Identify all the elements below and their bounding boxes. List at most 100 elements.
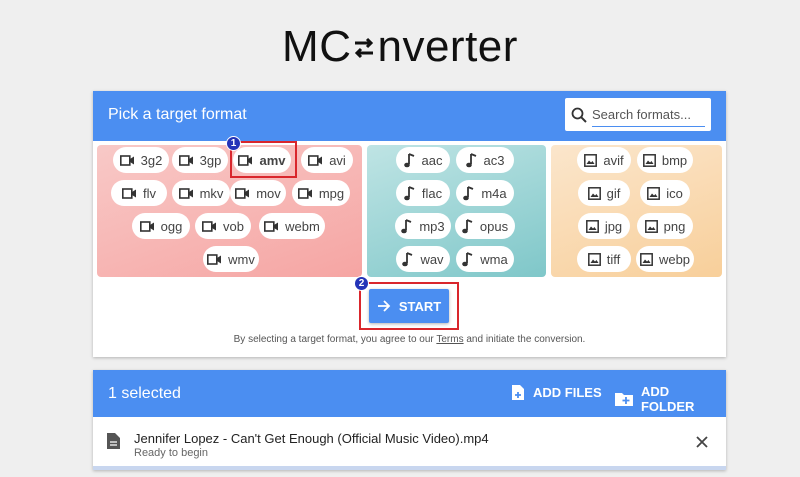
search-box[interactable]: [565, 98, 711, 131]
music-note-icon: [465, 152, 476, 167]
add-files-button[interactable]: ADD FILES: [511, 384, 602, 401]
format-chip-bmp[interactable]: bmp: [637, 147, 693, 173]
logo-text-prefix: MC: [282, 22, 352, 71]
video-camera-icon: [122, 187, 136, 199]
format-chip-webm[interactable]: webm: [259, 213, 325, 239]
format-chip-label: jpg: [604, 218, 623, 234]
format-chip-ac3[interactable]: ac3: [456, 147, 514, 173]
terms-text-before: By selecting a target format, you agree …: [233, 334, 434, 345]
format-chip-ogg[interactable]: ogg: [132, 213, 190, 239]
format-chip-flac[interactable]: flac: [396, 180, 450, 206]
terms-text-after: and initiate the conversion.: [466, 334, 586, 345]
start-button[interactable]: START: [369, 289, 449, 323]
search-input[interactable]: [592, 104, 704, 124]
terms-notice: By selecting a target format, you agree …: [93, 334, 726, 345]
video-camera-icon: [119, 154, 134, 166]
format-chip-wav[interactable]: wav: [396, 246, 450, 272]
video-camera-icon: [235, 187, 250, 199]
format-chip-label: png: [663, 218, 686, 234]
file-row-divider: [93, 466, 726, 470]
image-icon: [587, 186, 601, 200]
video-camera-icon: [297, 187, 312, 199]
format-chip-wma[interactable]: wma: [456, 246, 514, 272]
format-chip-jpg[interactable]: jpg: [578, 213, 630, 239]
format-chip-avif[interactable]: avif: [577, 147, 631, 173]
format-picker-title: Pick a target format: [108, 106, 247, 123]
file-status: Ready to begin: [134, 447, 208, 459]
files-header: 1 selected ADD FILES ADD FOLDER: [93, 370, 726, 417]
format-chip-mpg[interactable]: mpg: [292, 180, 350, 206]
selected-count: 1 selected: [108, 385, 181, 402]
format-chip-label: mpg: [318, 185, 345, 201]
format-chip-gif[interactable]: gif: [578, 180, 630, 206]
start-button-label: START: [398, 298, 442, 314]
format-chip-mov[interactable]: mov: [230, 180, 286, 206]
music-note-icon: [404, 185, 415, 200]
format-chip-label: m4a: [481, 185, 507, 201]
format-chip-label: aac: [421, 152, 443, 168]
format-chip-label: wma: [480, 251, 508, 267]
format-chip-mp3[interactable]: mp3: [395, 213, 451, 239]
format-chip-opus[interactable]: opus: [455, 213, 515, 239]
format-chip-label: webp: [658, 251, 691, 267]
terms-link[interactable]: Terms: [436, 334, 463, 345]
image-icon: [585, 219, 599, 233]
format-chip-label: ico: [666, 185, 683, 201]
format-chip-aac[interactable]: aac: [396, 147, 450, 173]
close-icon[interactable]: [696, 436, 708, 448]
format-chip-vob[interactable]: vob: [195, 213, 251, 239]
format-chip-flv[interactable]: flv: [111, 180, 167, 206]
arrow-right-icon: [377, 300, 391, 312]
file-row: Jennifer Lopez - Can't Get Enough (Offic…: [93, 417, 726, 470]
format-chip-label: flac: [421, 185, 443, 201]
image-icon: [642, 153, 656, 167]
format-chip-png[interactable]: png: [637, 213, 693, 239]
format-chip-label: vob: [223, 218, 244, 234]
format-chip-label: avif: [603, 152, 624, 168]
add-files-label: ADD FILES: [533, 385, 602, 400]
format-chip-label: gif: [606, 185, 621, 201]
app-logo: MC nverter: [0, 22, 800, 72]
file-name: Jennifer Lopez - Can't Get Enough (Offic…: [134, 431, 489, 446]
format-chip-label: opus: [479, 218, 509, 234]
format-chip-label: mov: [256, 185, 281, 201]
format-chip-label: tiff: [606, 251, 621, 267]
format-chip-label: bmp: [661, 152, 688, 168]
format-chip-label: mkv: [199, 185, 224, 201]
music-note-icon: [401, 218, 412, 233]
format-picker-card: Pick a target format 3g23gpamvaviflvmkvm…: [93, 91, 726, 357]
image-icon: [587, 252, 601, 266]
search-icon: [571, 107, 587, 123]
add-folder-button[interactable]: ADD FOLDER: [615, 384, 726, 414]
format-chip-avi[interactable]: avi: [301, 147, 353, 173]
format-chip-3g2[interactable]: 3g2: [113, 147, 169, 173]
format-chip-3gp[interactable]: 3gp: [172, 147, 228, 173]
search-underline: [592, 126, 705, 127]
music-note-icon: [462, 218, 473, 233]
format-chip-wmv[interactable]: wmv: [203, 246, 259, 272]
format-chip-tiff[interactable]: tiff: [577, 246, 631, 272]
format-chip-ico[interactable]: ico: [640, 180, 690, 206]
step2-badge: 2: [354, 276, 369, 291]
video-camera-icon: [178, 154, 193, 166]
logo-text-suffix: nverter: [377, 22, 518, 71]
video-camera-icon: [308, 154, 323, 166]
format-chip-webp[interactable]: webp: [636, 246, 694, 272]
add-file-icon: [512, 385, 524, 400]
add-folder-icon: [615, 393, 633, 406]
format-chip-mkv[interactable]: mkv: [172, 180, 230, 206]
add-folder-label: ADD FOLDER: [640, 384, 695, 414]
format-chip-label: webm: [285, 218, 320, 234]
document-icon: [107, 433, 120, 449]
format-chip-label: mp3: [419, 218, 445, 234]
swap-arrows-icon: [355, 37, 374, 59]
format-chip-label: wmv: [228, 251, 255, 267]
video-camera-icon: [264, 220, 279, 232]
music-note-icon: [462, 251, 473, 266]
video-camera-icon: [202, 220, 217, 232]
format-chip-m4a[interactable]: m4a: [456, 180, 514, 206]
format-chip-label: flv: [143, 185, 156, 201]
format-picker-header: Pick a target format: [93, 91, 726, 141]
music-note-icon: [403, 152, 414, 167]
files-card: 1 selected ADD FILES ADD FOLDER Jennifer…: [93, 370, 726, 470]
